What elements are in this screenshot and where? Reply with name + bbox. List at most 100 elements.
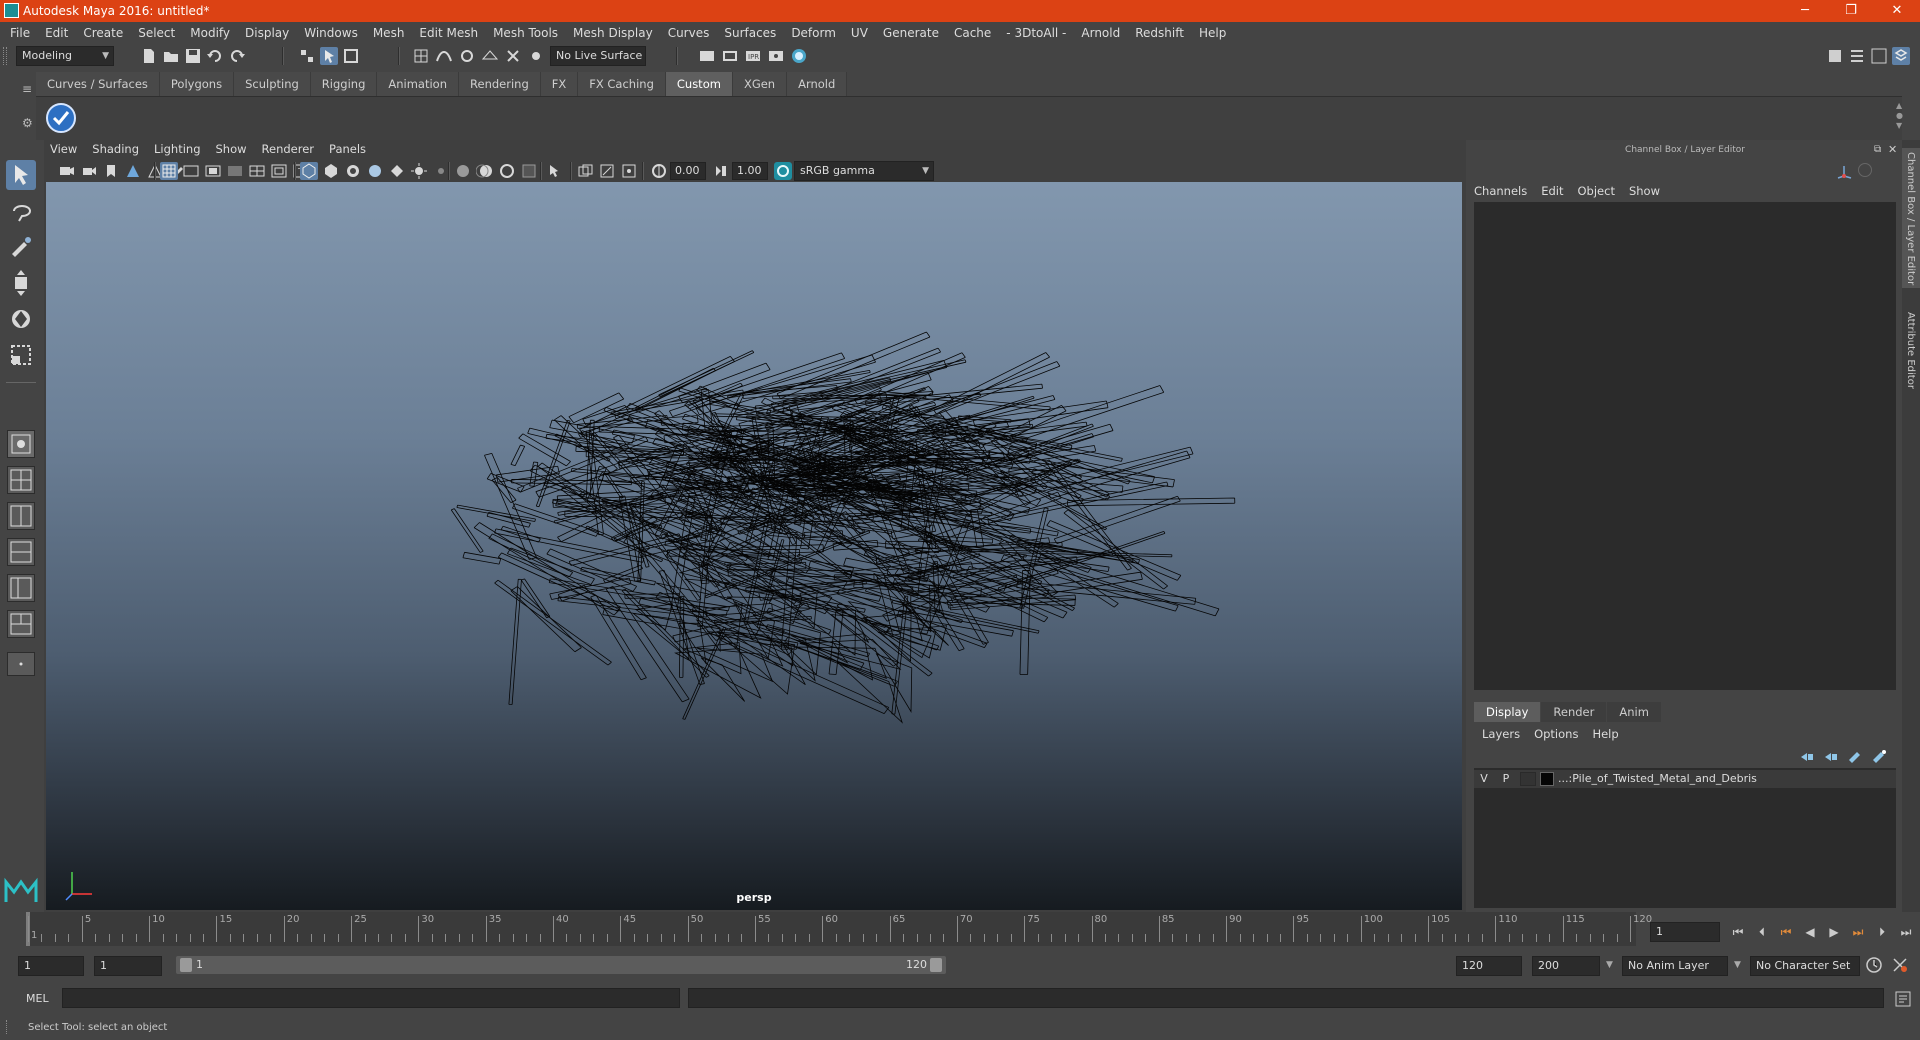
layer-name[interactable]: ...:Pile_of_Twisted_Metal_and_Debris	[1558, 772, 1878, 786]
select-hierarchy-icon[interactable]	[298, 47, 316, 65]
move-tool-icon[interactable]	[6, 268, 36, 298]
tool-settings-toggle-icon[interactable]	[1870, 47, 1888, 65]
menu-uv[interactable]: UV	[851, 26, 868, 40]
play-forwards-icon[interactable]: ▶	[1824, 922, 1844, 942]
range-slider-end-handle[interactable]	[930, 958, 942, 972]
menu-modify[interactable]: Modify	[190, 26, 230, 40]
shelf-tab-rendering[interactable]: Rendering	[459, 72, 541, 96]
wireframe-mesh-debris-pile[interactable]	[46, 182, 1462, 910]
create-empty-layer-icon[interactable]	[1846, 748, 1864, 766]
select-camera-icon[interactable]	[58, 162, 76, 180]
menu-file[interactable]: File	[10, 26, 30, 40]
step-back-key-icon[interactable]: ⏮	[1776, 922, 1796, 942]
menu-arnold[interactable]: Arnold	[1081, 26, 1120, 40]
open-scene-icon[interactable]	[162, 47, 180, 65]
create-layer-from-selected-icon[interactable]	[1870, 748, 1888, 766]
layer-menu-options[interactable]: Options	[1534, 727, 1578, 741]
lasso-tool-icon[interactable]	[6, 196, 36, 226]
wireframe-shading-icon[interactable]	[300, 162, 318, 180]
persp-graph-layout-icon[interactable]	[7, 538, 35, 566]
command-input[interactable]	[62, 988, 680, 1008]
grip-handle[interactable]	[3, 47, 7, 65]
single-pane-layout-icon[interactable]	[7, 430, 35, 458]
shelf-settings-icon[interactable]: ⚙	[22, 116, 33, 130]
layer-tab-render[interactable]: Render	[1541, 702, 1607, 722]
step-forward-key-icon[interactable]: ⏭	[1848, 922, 1868, 942]
checkmark-shelf-icon[interactable]	[46, 103, 76, 133]
shelf-tab-fx-caching[interactable]: FX Caching	[578, 72, 666, 96]
menu-mesh-tools[interactable]: Mesh Tools	[493, 26, 558, 40]
attribute-editor-toggle-icon[interactable]	[1848, 47, 1866, 65]
gate-mask-icon[interactable]	[226, 162, 244, 180]
channel-box-menu-edit[interactable]: Edit	[1541, 184, 1563, 198]
step-forward-frame-icon[interactable]: ⏵	[1872, 922, 1892, 942]
layer-menu-layers[interactable]: Layers	[1482, 727, 1520, 741]
perspective-viewport[interactable]: persp	[46, 182, 1462, 910]
step-back-frame-icon[interactable]: ⏴	[1752, 922, 1772, 942]
scale-tool-icon[interactable]	[6, 340, 36, 370]
playback-start-field[interactable]: 1	[94, 956, 162, 976]
field-chart-icon[interactable]	[248, 162, 266, 180]
viewport-menu-panels[interactable]: Panels	[329, 142, 366, 160]
layer-menu-help[interactable]: Help	[1592, 727, 1618, 741]
viewport-menu-show[interactable]: Show	[216, 142, 247, 160]
move-layer-up-icon[interactable]	[1798, 748, 1816, 766]
render-settings-icon[interactable]	[767, 47, 785, 65]
persp-outliner-layout-icon[interactable]	[7, 574, 35, 602]
go-to-start-icon[interactable]: ⏮	[1728, 922, 1748, 942]
play-backwards-icon[interactable]: ◀	[1800, 922, 1820, 942]
shelf-scroll-arrows[interactable]: ▲ ● ▼	[1896, 101, 1903, 131]
channel-box-toggle-icon[interactable]	[1892, 47, 1910, 65]
script-editor-icon[interactable]	[1894, 990, 1912, 1011]
layer-visibility-toggle[interactable]: V	[1476, 772, 1492, 786]
attribute-editor-side-tab[interactable]: Attribute Editor	[1905, 312, 1916, 389]
outliner-toggle-icon[interactable]	[7, 652, 35, 676]
resolution-gate-icon[interactable]	[204, 162, 222, 180]
menu-redshift[interactable]: Redshift	[1135, 26, 1184, 40]
shelf-tab-curves-surfaces[interactable]: Curves / Surfaces	[36, 72, 160, 96]
side-by-side-layout-icon[interactable]	[7, 502, 35, 530]
channel-box-options-icon[interactable]	[1858, 163, 1872, 177]
hypershade-icon[interactable]	[790, 47, 808, 65]
gamma-field[interactable]: 1.00	[732, 162, 768, 180]
isolate-select-icon[interactable]	[546, 162, 564, 180]
shelf-tab-animation[interactable]: Animation	[377, 72, 460, 96]
go-to-end-icon[interactable]: ⏭	[1896, 922, 1916, 942]
shelf-tab-sculpting[interactable]: Sculpting	[234, 72, 311, 96]
shelf-tab-rigging[interactable]: Rigging	[310, 72, 378, 96]
chevron-down-icon[interactable]: ▼	[1606, 960, 1613, 970]
minimize-button[interactable]: ─	[1782, 0, 1828, 22]
anim-layer-field[interactable]: No Anim Layer	[1622, 956, 1728, 976]
exposure-field[interactable]: 0.00	[670, 162, 706, 180]
bookmark-icon[interactable]	[102, 162, 120, 180]
menu-select[interactable]: Select	[138, 26, 175, 40]
snap-curve-icon[interactable]	[435, 47, 453, 65]
xray-components-icon[interactable]	[620, 162, 638, 180]
hypershade-layout-icon[interactable]	[7, 610, 35, 638]
menu-display[interactable]: Display	[245, 26, 289, 40]
make-live-icon[interactable]	[527, 47, 545, 65]
range-slider[interactable]: 1 120	[176, 956, 946, 974]
auto-key-icon[interactable]	[1864, 955, 1884, 978]
channel-box-menu-channels[interactable]: Channels	[1474, 184, 1527, 198]
textured-icon[interactable]	[388, 162, 406, 180]
layer-row[interactable]: V P ...:Pile_of_Twisted_Metal_and_Debris	[1474, 770, 1896, 788]
animation-preferences-icon[interactable]	[1890, 955, 1910, 978]
xray-icon[interactable]	[576, 162, 594, 180]
lock-camera-icon[interactable]	[80, 162, 98, 180]
menu-curves[interactable]: Curves	[668, 26, 710, 40]
four-pane-layout-icon[interactable]	[7, 466, 35, 494]
layer-color-swatch[interactable]	[1540, 772, 1554, 786]
float-panel-icon[interactable]: ⧉	[1874, 144, 1881, 155]
snap-view-plane-icon[interactable]	[481, 47, 499, 65]
motion-blur-icon[interactable]	[475, 162, 494, 180]
paint-select-tool-icon[interactable]	[6, 232, 36, 262]
viewport-menu-shading[interactable]: Shading	[92, 142, 139, 160]
view-transform-dropdown[interactable]: sRGB gamma ▼	[794, 161, 934, 181]
menu-edit[interactable]: Edit	[45, 26, 68, 40]
safe-action-icon[interactable]	[270, 162, 288, 180]
command-language-label[interactable]: MEL	[26, 992, 49, 1005]
color-management-icon[interactable]	[774, 162, 792, 180]
viewport-menu-view[interactable]: View	[50, 142, 77, 160]
animation-end-field[interactable]: 200	[1532, 956, 1600, 976]
